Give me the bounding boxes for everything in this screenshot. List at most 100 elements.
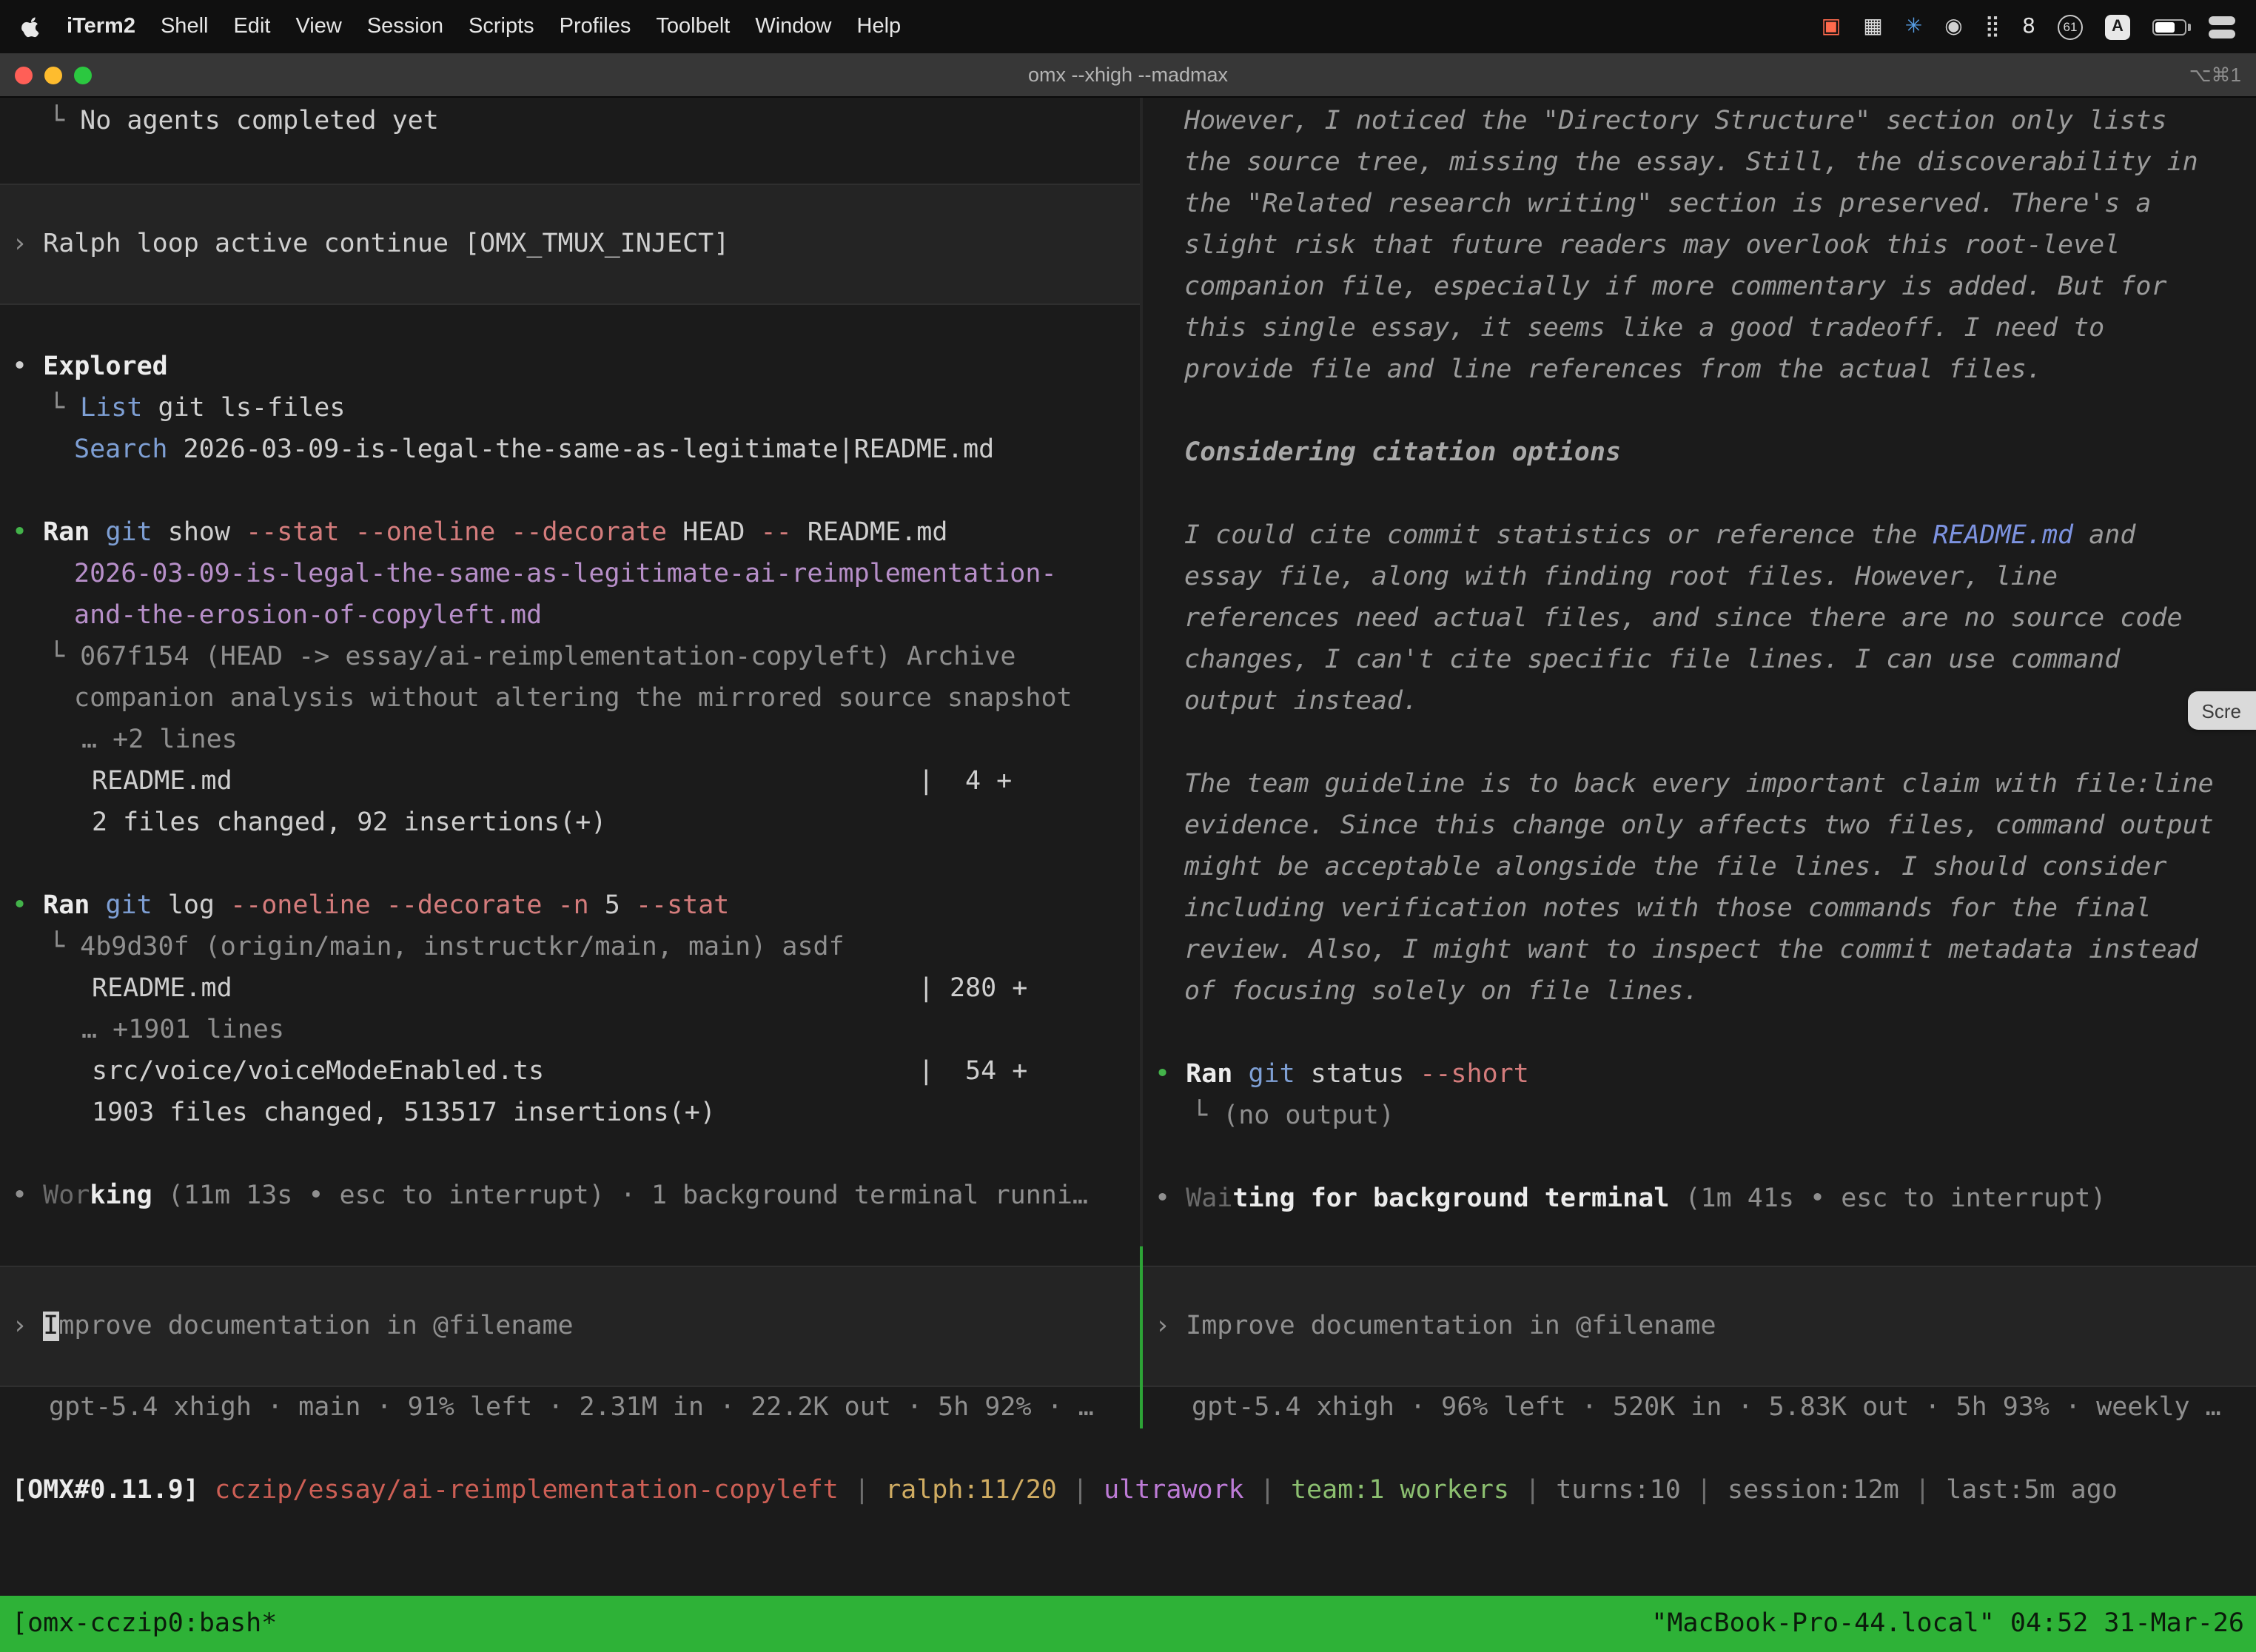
text-segment: team:1 workers (1291, 1476, 1509, 1505)
terminal-line: The team guideline is to back every impo… (1143, 764, 2256, 805)
menu-item-shell[interactable]: Shell (161, 15, 209, 38)
text-segment: ting for background terminal (1232, 1184, 1669, 1214)
text-segment: └ 067f154 (HEAD -> essay/ai-reimplementa… (49, 642, 1015, 672)
dots-grid-icon[interactable]: ⣿ (1985, 16, 2001, 37)
hook-icon[interactable]: 8 (2022, 16, 2035, 37)
terminal-line: 1903 files changed, 513517 insertions(+) (0, 1092, 1140, 1134)
text-segment: this single essay, it seems like a good … (1184, 314, 2104, 343)
text-segment: review. Also, I might want to inspect th… (1184, 936, 2198, 965)
text-segment: slight risk that future readers may over… (1184, 231, 2120, 261)
shutter-icon[interactable]: ✳ (1905, 16, 1922, 37)
text-segment: gpt-5.4 xhigh · main · 91% left · 2.31M … (49, 1393, 1094, 1423)
left-pane-scroll: └ No agents completed yet › Ralph loop a… (0, 101, 1140, 1217)
terminal-line: └ 4b9d30f (origin/main, instructkr/main,… (0, 927, 1140, 968)
text-segment: the "Related research writing" section i… (1184, 189, 2151, 219)
text-segment: › (12, 1312, 43, 1341)
window-title: omx --xhigh --madmax (0, 64, 2256, 86)
disc-icon[interactable]: ◉ (1944, 16, 1962, 37)
menu-item-window[interactable]: Window (755, 15, 831, 38)
omx-statusbar: [OMX#0.11.9] cczip/essay/ai-reimplementa… (0, 1470, 2256, 1511)
control-center-icon[interactable] (2209, 16, 2235, 38)
ran-git-show-header: • Ran git show --stat --oneline --decora… (0, 512, 1140, 554)
text-segment: --stat --oneline --decorate (246, 518, 667, 548)
right-prompt-input[interactable]: › Improve documentation in @filename (1143, 1266, 2256, 1387)
text-segment: | (1244, 1476, 1291, 1505)
text-segment (1232, 1060, 1248, 1089)
menu-item-view[interactable]: View (295, 15, 341, 38)
text-segment: • (12, 518, 43, 548)
keyboard-layout-icon[interactable]: A (2105, 14, 2130, 39)
text-segment: Wai (1186, 1184, 1232, 1214)
close-window-button[interactable] (15, 66, 33, 84)
right-model-statusline: gpt-5.4 xhigh · 96% left · 520K in · 5.8… (1143, 1387, 2256, 1428)
pane-divider[interactable] (1140, 98, 1143, 1428)
text-segment: README.md (792, 518, 948, 548)
text-segment: 2026-03-09-is-legal-the-same-as-legitima… (74, 560, 1057, 589)
zoom-window-button[interactable] (74, 66, 92, 84)
apple-logo-icon[interactable] (21, 15, 41, 38)
ran-git-log-header: • Ran git log --oneline --decorate -n 5 … (0, 885, 1140, 927)
left-pane: └ No agents completed yet › Ralph loop a… (0, 98, 1140, 1428)
text-segment: • (1155, 1060, 1186, 1089)
tmux-status-bar: [omx-cczip0:bash* "MacBook-Pro-44.local"… (0, 1596, 2256, 1652)
text-segment: --short (1420, 1060, 1529, 1089)
text-segment: session:12m (1728, 1476, 1899, 1505)
pane-divider-active-segment (1140, 1246, 1143, 1428)
text-segment (199, 1476, 215, 1505)
menu-item-session[interactable]: Session (367, 15, 443, 38)
tmux-panes: └ No agents completed yet › Ralph loop a… (0, 98, 2256, 1428)
text-segment: • (12, 352, 43, 382)
right-pane-scroll: However, I noticed the "Directory Struct… (1143, 101, 2256, 1220)
terminal-line (0, 471, 1140, 512)
text-segment: However, I noticed the "Directory Struct… (1184, 107, 2167, 136)
menu-item-toolbelt[interactable]: Toolbelt (656, 15, 730, 38)
text-segment (90, 891, 105, 921)
menu-item-scripts[interactable]: Scripts (469, 15, 534, 38)
menu-item-profiles[interactable]: Profiles (560, 15, 631, 38)
traffic-lights (0, 66, 92, 84)
text-segment: Wor (43, 1181, 90, 1211)
menu-item-edit[interactable]: Edit (233, 15, 270, 38)
minimize-window-button[interactable] (44, 66, 62, 84)
thinking-subheader: Considering citation options (1143, 432, 2256, 474)
text-segment: companion analysis without altering the … (74, 684, 1072, 713)
terminal-line: including verification notes with those … (1143, 888, 2256, 930)
screen-share-overlay-tab[interactable]: Scre (2189, 691, 2256, 730)
tmux-host-clock-label: "MacBook-Pro-44.local" 04:52 31-Mar-26 (1651, 1609, 2244, 1639)
gauge-icon[interactable]: 61 (2058, 14, 2083, 39)
text-segment: status (1295, 1060, 1420, 1089)
terminal-line: 2 files changed, 92 insertions(+) (0, 802, 1140, 844)
battery-icon[interactable] (2152, 19, 2186, 35)
text-segment: The team guideline is to back every impo… (1184, 770, 2214, 799)
text-segment: | (1899, 1476, 1946, 1505)
text-segment: | (839, 1476, 885, 1505)
menu-item-help[interactable]: Help (857, 15, 902, 38)
window-title-bar: omx --xhigh --madmax ⌥⌘1 (0, 53, 2256, 98)
terminal-line (1143, 1013, 2256, 1054)
working-status-line: • Working (11m 13s • esc to interrupt) ·… (0, 1175, 1140, 1217)
text-segment: cczip/essay/ai-reimplementation-copyleft (215, 1476, 839, 1505)
terminal-line (0, 844, 1140, 885)
text-segment: including verification notes with those … (1184, 894, 2151, 924)
menu-item-iterm2[interactable]: iTerm2 (67, 15, 135, 38)
text-segment: ultrawork (1104, 1476, 1244, 1505)
terminal-line: README.md | 4 + (0, 761, 1140, 802)
text-segment: | (1057, 1476, 1104, 1505)
text-segment: 1903 files changed, 513517 insertions(+) (92, 1098, 716, 1128)
left-prompt-input[interactable]: › Improve documentation in @filename (0, 1266, 1140, 1387)
terminal-line: might be acceptable alongside the file l… (1143, 847, 2256, 888)
terminal-line: └ 067f154 (HEAD -> essay/ai-reimplementa… (0, 637, 1140, 678)
text-segment: might be acceptable alongside the file l… (1184, 853, 2167, 882)
text-segment: --oneline --decorate -n (230, 891, 589, 921)
grid-icon[interactable]: ▦ (1863, 16, 1882, 37)
text-segment: the source tree, missing the essay. Stil… (1184, 148, 2198, 178)
ralph-loop-banner: › Ralph loop active continue [OMX_TMUX_I… (0, 184, 1140, 305)
terminal-line (1143, 474, 2256, 515)
terminal-line: essay file, along with finding root file… (1143, 557, 2256, 598)
text-segment: | (1681, 1476, 1728, 1505)
terminal-line: └ (no output) (1143, 1095, 2256, 1137)
record-stop-icon[interactable]: ▣ (1822, 16, 1841, 37)
text-segment: └ (49, 394, 80, 423)
text-segment: HEAD (667, 518, 760, 548)
overlay-tab-label: Scre (2202, 699, 2241, 722)
